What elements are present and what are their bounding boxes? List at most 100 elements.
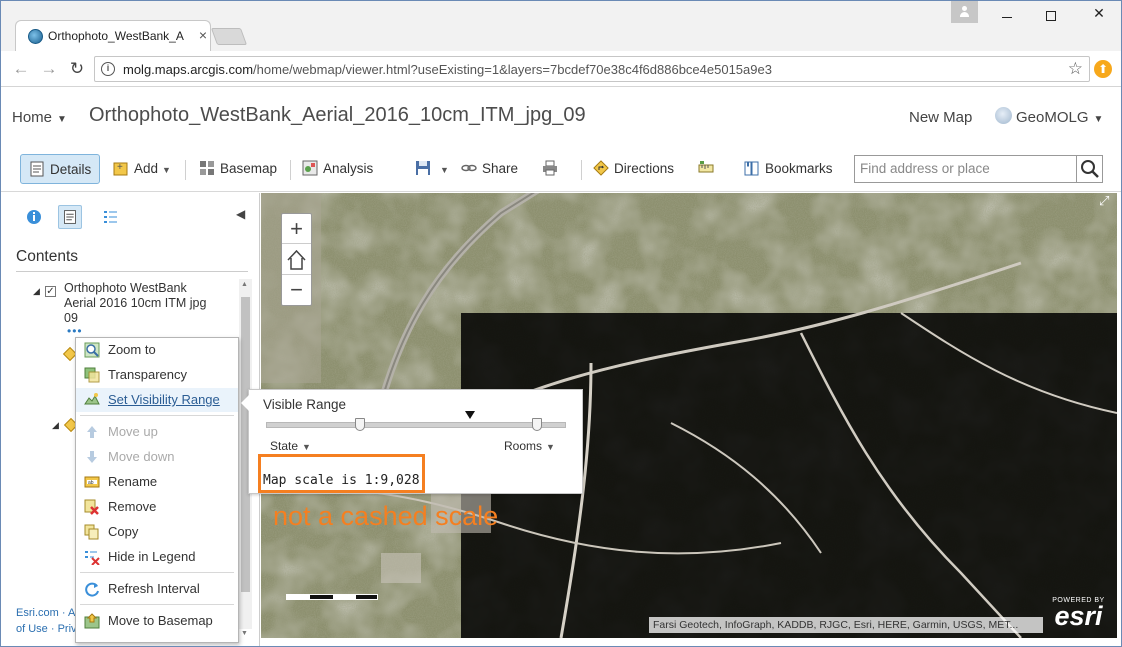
bookmark-star-icon[interactable]: ☆ (1068, 59, 1083, 79)
extension-icon[interactable]: ⬆ (1094, 60, 1112, 78)
browser-tab[interactable]: Orthophoto_WestBank_A × (15, 20, 211, 51)
zoom-out-button[interactable]: − (282, 275, 311, 305)
arrow-down-icon (87, 451, 97, 463)
visible-range-slider[interactable] (266, 422, 566, 428)
close-tab-icon[interactable]: × (197, 27, 209, 43)
scale-bar (286, 594, 378, 600)
measure-button[interactable] (698, 154, 719, 184)
remove-icon (84, 499, 99, 515)
scroll-up-icon[interactable]: ▲ (241, 281, 248, 288)
menu-item-refresh-interval[interactable]: Refresh Interval (76, 577, 238, 601)
divider (16, 271, 248, 272)
menu-item-move-up: Move up (76, 420, 238, 444)
annotation-text: not a cashed scale (273, 501, 499, 531)
url-text: molg.maps.arcgis.com/home/webmap/viewer.… (123, 62, 772, 77)
forward-arrow-icon[interactable]: → (39, 59, 59, 79)
ruler-icon (698, 161, 714, 173)
printer-icon (543, 160, 557, 176)
collapse-panel-icon[interactable]: ◀ (236, 207, 245, 221)
basemap-grid-icon (200, 161, 214, 175)
share-button[interactable]: Share (461, 154, 518, 184)
more-options-icon[interactable]: ••• (67, 325, 83, 337)
new-map-link[interactable]: New Map (909, 109, 972, 126)
layer-name[interactable]: Orthophoto WestBank Aerial 2016 10cm ITM… (64, 281, 214, 326)
refresh-icon (85, 582, 99, 597)
expand-triangle-icon[interactable]: ◢ (52, 420, 59, 431)
info-icon[interactable]: i (101, 62, 115, 76)
content-list-icon[interactable] (58, 205, 82, 229)
footer-links[interactable]: Esri.com · A (16, 607, 75, 619)
app-header: Home ▼ Orthophoto_WestBank_Aerial_2016_10… (1, 88, 1121, 142)
footer-links[interactable]: of Use · Priv (16, 623, 77, 635)
menu-item-zoom-to[interactable]: Zoom to (76, 338, 238, 362)
zoom-control: + − (281, 213, 312, 306)
zoom-in-button[interactable]: + (282, 214, 311, 244)
visible-range-title: Visible Range (263, 397, 347, 412)
min-scale-dropdown[interactable]: State ▼ (270, 439, 311, 453)
move-to-basemap-icon (84, 613, 100, 629)
layer-visibility-checkbox[interactable]: ✓ (45, 286, 56, 297)
min-scale-handle[interactable] (355, 418, 365, 431)
home-icon (287, 249, 306, 270)
search-input[interactable]: Find address or place (860, 161, 990, 176)
home-menu[interactable]: Home ▼ (12, 109, 67, 126)
contents-heading: Contents (16, 248, 79, 265)
menu-item-set-visibility-range[interactable]: Set Visibility Range (76, 388, 238, 412)
max-scale-handle[interactable] (532, 418, 542, 431)
expand-triangle-icon[interactable]: ◢ (33, 286, 40, 297)
visibility-range-popup: Visible Range State ▼ Rooms ▼ Map scale is… (241, 389, 583, 494)
directions-sign-icon (593, 160, 609, 176)
search-box[interactable]: Find address or place (854, 155, 1103, 183)
print-button[interactable] (542, 154, 563, 184)
profile-button[interactable] (951, 1, 978, 23)
minimize-button[interactable] (993, 5, 1021, 27)
map-scale-text: Map scale is 1:9,028 (263, 473, 420, 488)
analysis-button[interactable]: Analysis (302, 154, 373, 184)
person-icon (960, 6, 969, 17)
add-button[interactable]: + Add ▼ (113, 154, 171, 184)
esri-logo[interactable]: POWERED BY esri (1046, 597, 1111, 633)
tab-title: Orthophoto_WestBank_A (48, 29, 184, 43)
menu-item-move-to-basemap[interactable]: Move to Basemap (76, 609, 238, 633)
reload-icon[interactable]: ↻ (67, 59, 87, 79)
details-button[interactable]: Details (20, 154, 100, 184)
visibility-range-icon (84, 393, 100, 405)
close-window-button[interactable]: ✕ (1085, 5, 1113, 27)
back-arrow-icon[interactable]: ← (11, 59, 31, 79)
user-menu[interactable]: GeoMOLG ▼ (995, 107, 1103, 126)
caret-down-icon: ▼ (57, 114, 67, 125)
transparency-icon (84, 367, 100, 383)
directions-button[interactable]: Directions (593, 154, 674, 184)
home-extent-button[interactable] (282, 245, 311, 275)
save-button[interactable]: ▼ (415, 154, 449, 184)
address-bar[interactable]: i molg.maps.arcgis.com/home/webmap/viewe… (94, 56, 1090, 82)
basemap-button[interactable]: Basemap (199, 154, 277, 184)
arrow-up-icon (87, 426, 97, 438)
analysis-icon (302, 160, 318, 176)
menu-item-transparency[interactable]: Transparency (76, 363, 238, 387)
menu-item-copy[interactable]: Copy (76, 520, 238, 544)
map-title: Orthophoto_WestBank_Aerial_2016_10cm_ITM… (89, 104, 586, 126)
copy-icon (84, 524, 99, 540)
zoom-to-icon (84, 342, 100, 358)
legend-list-icon[interactable] (99, 205, 123, 229)
max-scale-dropdown[interactable]: Rooms ▼ (504, 439, 555, 453)
navigation-bar: ← → ↻ i molg.maps.arcgis.com/home/webmap… (1, 51, 1121, 87)
fullscreen-icon[interactable]: ⤢ (1099, 193, 1109, 209)
maximize-button[interactable] (1037, 5, 1065, 27)
add-icon: + (113, 162, 128, 176)
link-icon (461, 164, 477, 172)
info-circle-icon[interactable] (22, 205, 46, 229)
menu-item-hide-in-legend[interactable]: Hide in Legend (76, 545, 238, 569)
search-button[interactable] (1076, 156, 1102, 182)
menu-item-rename[interactable]: ab Rename (76, 470, 238, 494)
hide-legend-icon (85, 551, 100, 565)
menu-item-remove[interactable]: Remove (76, 495, 238, 519)
map-attribution[interactable]: Farsi Geotech, InfoGraph, KADDB, RJGC, E… (649, 617, 1043, 633)
menu-item-move-down: Move down (76, 445, 238, 469)
scroll-down-icon[interactable]: ▼ (241, 630, 248, 637)
new-tab-button[interactable] (210, 28, 248, 45)
bookmarks-button[interactable]: Bookmarks (744, 154, 833, 184)
map-toolbar: Details + Add ▼ Basemap Analysis ▼ Share D… (1, 144, 1121, 192)
rename-icon: ab (84, 476, 100, 488)
